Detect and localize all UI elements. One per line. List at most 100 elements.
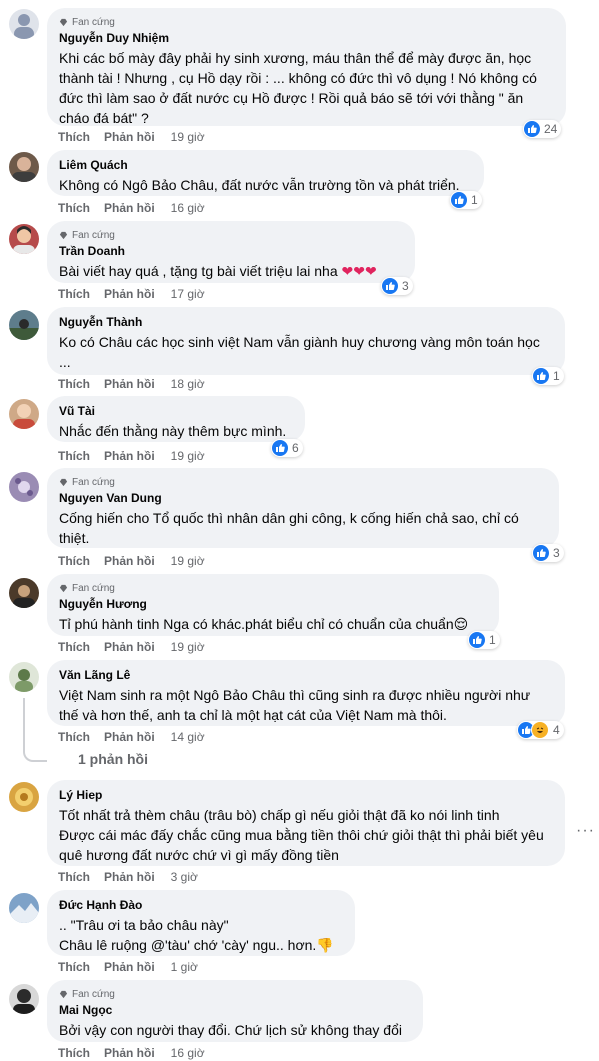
commenter-name[interactable]: Nguyễn Thành: [59, 314, 553, 330]
avatar[interactable]: [9, 984, 39, 1014]
comment-actions: Thích Phản hồi 16 giờ: [58, 1045, 205, 1061]
fan-badge: Fan cứng: [59, 581, 487, 596]
comment-bubble: Fan cứng Trần Doanh Bài viết hay quá , t…: [47, 221, 415, 283]
timestamp[interactable]: 16 giờ: [171, 200, 205, 216]
comment-actions: Thích Phản hồi 1 giờ: [58, 959, 198, 975]
timestamp[interactable]: 3 giờ: [171, 869, 198, 885]
comment-bubble: Nguyễn Thành Ko có Châu các học sinh việ…: [47, 307, 565, 375]
comment-bubble: Lý Hiep Tốt nhất trả thèm châu (trâu bò)…: [47, 780, 565, 866]
fan-badge-icon: [59, 18, 68, 27]
reaction-count[interactable]: 24: [523, 120, 562, 138]
timestamp[interactable]: 17 giờ: [171, 286, 205, 302]
commenter-name[interactable]: Văn Lãng Lê: [59, 667, 553, 683]
comment-bubble: Fan cứng Mai Ngọc Bởi vậy con người thay…: [47, 980, 423, 1042]
like-button[interactable]: Thích: [58, 553, 90, 569]
reaction-count[interactable]: 3: [532, 544, 564, 562]
like-button[interactable]: Thích: [58, 376, 90, 392]
timestamp[interactable]: 19 giờ: [171, 448, 205, 464]
fan-badge: Fan cứng: [59, 987, 411, 1002]
avatar[interactable]: [9, 578, 39, 608]
comment-text: Không có Ngô Bảo Châu, đất nước vẫn trườ…: [59, 177, 460, 193]
avatar[interactable]: [9, 310, 39, 340]
like-button[interactable]: Thích: [58, 639, 90, 655]
view-replies-link[interactable]: 1 phản hồi: [58, 751, 148, 767]
avatar[interactable]: [9, 893, 39, 923]
avatar[interactable]: [9, 472, 39, 502]
reply-button[interactable]: Phản hồi: [104, 376, 155, 392]
comment-text: Tỉ phú hành tinh Nga có khác.phát biểu c…: [59, 616, 469, 632]
commenter-name[interactable]: Vũ Tài: [59, 403, 293, 419]
haha-reaction-icon: [531, 721, 549, 739]
reaction-count[interactable]: 1: [468, 631, 500, 649]
avatar[interactable]: [9, 224, 39, 254]
thumbs-down-emoji: 👎: [316, 937, 334, 953]
commenter-name[interactable]: Nguyễn Hương: [59, 596, 487, 612]
comment-actions: Thích Phản hồi 19 giờ: [58, 639, 205, 655]
like-button[interactable]: Thích: [58, 869, 90, 885]
comment-actions: Thích Phản hồi 14 giờ: [58, 729, 205, 745]
fan-badge-icon: [59, 990, 68, 999]
commenter-name[interactable]: Lý Hiep: [59, 787, 553, 803]
more-options-icon[interactable]: ···: [576, 822, 595, 840]
reaction-count[interactable]: 1: [450, 191, 482, 209]
timestamp[interactable]: 19 giờ: [171, 639, 205, 655]
comment-text: Việt Nam sinh ra một Ngô Bảo Châu thì cũ…: [59, 687, 535, 723]
like-button[interactable]: Thích: [58, 959, 90, 975]
reply-button[interactable]: Phản hồi: [104, 129, 155, 145]
reaction-count[interactable]: 3: [381, 277, 413, 295]
timestamp[interactable]: 19 giờ: [171, 553, 205, 569]
comment-text: Bài viết hay quá , tặng tg bài viết triệ…: [59, 263, 377, 279]
timestamp[interactable]: 16 giờ: [171, 1045, 205, 1061]
like-button[interactable]: Thích: [58, 286, 90, 302]
like-button[interactable]: Thích: [58, 129, 90, 145]
like-reaction-icon: [533, 545, 549, 561]
like-button[interactable]: Thích: [58, 1045, 90, 1061]
like-reaction-icon: [451, 192, 467, 208]
like-reaction-icon: [533, 368, 549, 384]
reaction-count[interactable]: 1: [532, 367, 564, 385]
heart-emoji: ❤❤❤: [341, 263, 377, 279]
avatar[interactable]: [9, 152, 39, 182]
reply-button[interactable]: Phản hồi: [104, 639, 155, 655]
reply-button[interactable]: Phản hồi: [104, 448, 155, 464]
fan-badge-icon: [59, 478, 68, 487]
reply-button[interactable]: Phản hồi: [104, 200, 155, 216]
like-button[interactable]: Thích: [58, 729, 90, 745]
fan-badge-icon: [59, 584, 68, 593]
timestamp[interactable]: 18 giờ: [171, 376, 205, 392]
avatar[interactable]: [9, 662, 39, 692]
reply-button[interactable]: Phản hồi: [104, 1045, 155, 1061]
fan-badge: Fan cứng: [59, 475, 547, 490]
comment-bubble: Văn Lãng Lê Việt Nam sinh ra một Ngô Bảo…: [47, 660, 565, 726]
avatar[interactable]: [9, 399, 39, 429]
like-button[interactable]: Thích: [58, 448, 90, 464]
reply-arrow-icon: [58, 754, 72, 764]
comment-actions: Thích Phản hồi 16 giờ: [58, 200, 205, 216]
commenter-name[interactable]: Mai Ngọc: [59, 1002, 411, 1018]
timestamp[interactable]: 19 giờ: [171, 129, 205, 145]
reply-thread-line: [23, 698, 47, 762]
comment-text: .. "Trâu ơi ta bảo châu này" Châu lê ruộ…: [59, 917, 334, 953]
comment-actions: Thích Phản hồi 17 giờ: [58, 286, 205, 302]
reply-button[interactable]: Phản hồi: [104, 729, 155, 745]
avatar[interactable]: [9, 9, 39, 39]
comment-text: Tốt nhất trả thèm châu (trâu bò) chấp gì…: [59, 807, 544, 863]
reaction-count[interactable]: 4: [517, 721, 564, 739]
reply-button[interactable]: Phản hồi: [104, 959, 155, 975]
like-button[interactable]: Thích: [58, 200, 90, 216]
timestamp[interactable]: 14 giờ: [171, 729, 205, 745]
comment-text: Cống hiến cho Tổ quốc thì nhân dân ghi c…: [59, 510, 523, 546]
timestamp[interactable]: 1 giờ: [171, 959, 198, 975]
reply-button[interactable]: Phản hồi: [104, 286, 155, 302]
commenter-name[interactable]: Nguyen Van Dung: [59, 490, 547, 506]
comment-bubble: Fan cứng Nguyễn Hương Tỉ phú hành tinh N…: [47, 574, 499, 636]
commenter-name[interactable]: Đức Hạnh Đào: [59, 897, 343, 913]
reaction-count[interactable]: 6: [271, 439, 303, 457]
reply-button[interactable]: Phản hồi: [104, 869, 155, 885]
commenter-name[interactable]: Liêm Quách: [59, 157, 472, 173]
commenter-name[interactable]: Nguyễn Duy Nhiệm: [59, 30, 554, 46]
avatar[interactable]: [9, 782, 39, 812]
comment-actions: Thích Phản hồi 18 giờ: [58, 376, 205, 392]
commenter-name[interactable]: Trần Doanh: [59, 243, 403, 259]
reply-button[interactable]: Phản hồi: [104, 553, 155, 569]
